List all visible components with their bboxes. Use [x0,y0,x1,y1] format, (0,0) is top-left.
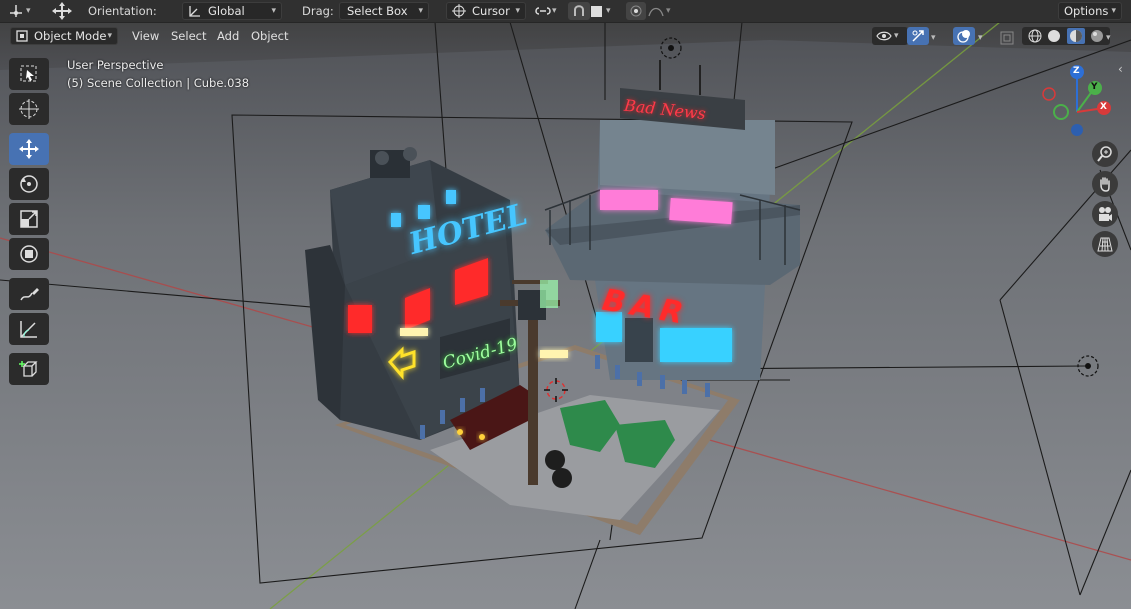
magnet-icon [574,5,584,16]
snap-toggle[interactable]: ▾ [534,2,557,20]
3d-viewport[interactable]: User Perspective (5) Scene Collection | … [0,22,1131,609]
transform-tool[interactable] [9,238,49,270]
chevron-down-icon: ▾ [107,31,112,41]
grid-icon [1097,237,1113,252]
chevron-down-icon: ▾ [1111,6,1116,16]
select-box-tool[interactable] [9,58,49,90]
orientation-value: Global [208,4,245,18]
pink-window-left [600,190,658,210]
mode-dropdown[interactable]: Object Mode ▾ [10,27,118,45]
link-icon [535,7,551,15]
measure-tool[interactable] [9,313,49,345]
camera-view-button[interactable] [1092,201,1118,227]
overlay-dropdown[interactable]: ▾ [978,29,983,47]
falloff-curve-icon [648,7,664,17]
orientation-label: Orientation: [88,4,157,18]
transform-icon [20,245,38,263]
drag-value: Select Box [347,4,408,18]
add-cube-tool[interactable] [9,353,49,385]
chevron-down-icon: ▾ [515,6,520,16]
gizmo-y-label: Y [1091,82,1098,92]
viewport-scene [0,22,1131,609]
perspective-toggle-button[interactable] [1092,231,1118,257]
hand-icon [1100,177,1110,192]
annotate-tool[interactable] [9,278,49,310]
scale-icon [20,210,38,228]
pivot-cursor-icon [452,4,466,18]
chevron-down-icon: ▾ [271,6,276,16]
overlay-toggle[interactable] [953,27,975,45]
zoom-icon [1097,146,1112,162]
move-gizmo-toggle[interactable] [50,2,74,20]
utility-pole [528,300,538,485]
camera-icon [1099,207,1112,221]
rendered-shading-icon[interactable] [1090,29,1104,43]
chevron-down-icon: ▾ [418,6,423,16]
gizmo-toggle[interactable] [907,27,929,45]
options-dropdown[interactable]: Options ▾ [1058,2,1122,20]
gizmo-dropdown[interactable]: ▾ [931,29,936,47]
orientation-icon [189,6,200,17]
menu-add[interactable]: Add [217,29,239,43]
proportional-edit-icon [630,5,642,17]
hotel-building [305,147,520,440]
move-gizmo-icon [52,2,72,20]
mode-value: Object Mode [34,29,107,43]
sidebar-toggle-icon[interactable]: ‹ [1118,62,1123,76]
pivot-value: Cursor [472,4,510,18]
orientation-dropdown[interactable]: Global ▾ [182,2,282,20]
rotate-tool[interactable] [9,168,49,200]
eye-icon [876,31,892,41]
annotate-icon [20,288,39,301]
collection-label: (5) Scene Collection | Cube.038 [67,76,250,90]
transform-axes-icon [10,5,22,17]
object-mode-icon [16,30,28,42]
menu-view[interactable]: View [132,29,159,43]
perspective-label: User Perspective [67,58,164,72]
scale-tool[interactable] [9,203,49,235]
visibility-dropdown[interactable]: ▾ [872,27,908,45]
drag-label: Drag: [302,4,334,18]
viewport-background [0,22,1131,609]
wireframe-shading-icon[interactable] [1028,29,1042,43]
snap-target-dropdown[interactable]: ▾ [591,2,611,20]
square-icon [591,5,602,17]
gizmo-icon [912,30,924,42]
gizmo-x-label: X [1100,102,1107,112]
pan-button[interactable] [1092,171,1118,197]
zoom-button[interactable] [1092,141,1118,167]
menu-select[interactable]: Select [171,29,206,43]
rotate-icon [20,175,38,193]
select-box-icon [20,65,37,82]
proportional-edit-button[interactable] [626,2,646,20]
overlay-icon [957,30,970,43]
xray-toggle[interactable] [1000,29,1014,47]
falloff-dropdown[interactable]: ▾ [648,2,671,20]
transform-pivot-dropdown[interactable]: ▾ [8,2,31,20]
material-shading-icon[interactable] [1066,28,1085,44]
cursor-tool[interactable] [9,93,49,125]
cursor-icon [19,99,39,119]
navigation-gizmo[interactable] [1040,62,1120,142]
solid-shading-icon[interactable] [1047,29,1061,43]
shading-mode-group [1022,27,1110,45]
measure-icon [20,321,37,338]
tool-header: ▾ Orientation: Global ▾ Drag: Select Box… [0,0,1131,23]
add-cube-icon [19,361,38,377]
move-tool[interactable] [9,133,49,165]
move-icon [19,139,39,159]
pink-window-right [669,197,733,225]
blender-window: User Perspective (5) Scene Collection | … [0,0,1131,609]
snapping-button[interactable] [568,2,590,20]
options-label: Options [1064,4,1109,18]
shading-dropdown[interactable]: ▾ [1106,29,1111,47]
gizmo-z-label: Z [1073,66,1080,76]
drag-dropdown[interactable]: Select Box ▾ [339,2,429,20]
pivot-dropdown[interactable]: Cursor ▾ [446,2,526,20]
menu-object[interactable]: Object [251,29,288,43]
xray-icon [1000,31,1014,45]
